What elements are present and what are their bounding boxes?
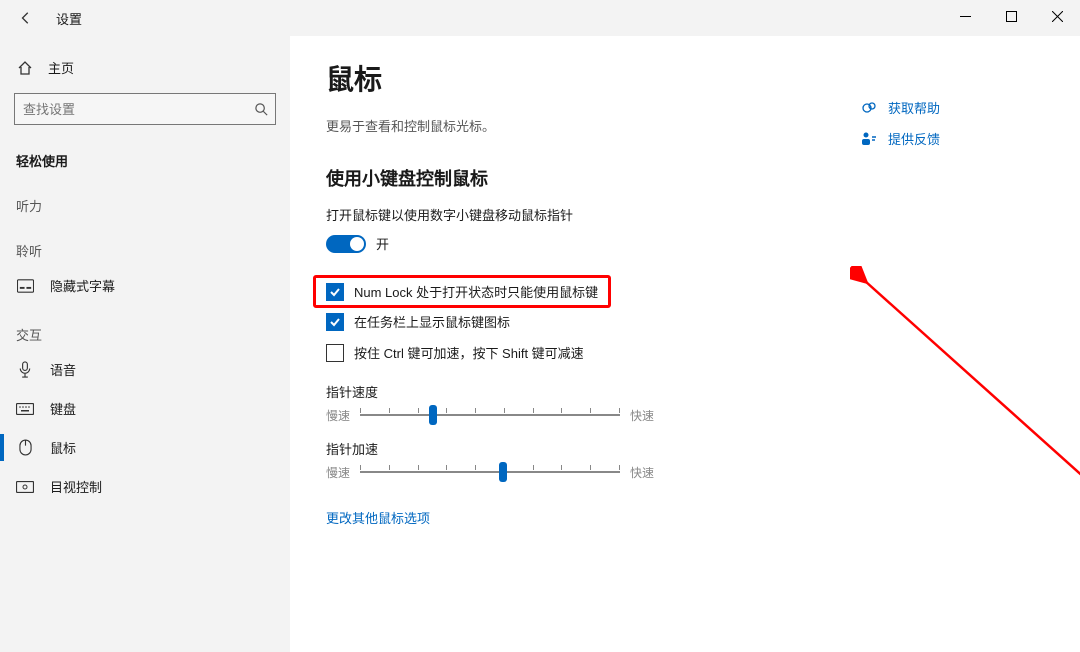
- annotation-highlight: Num Lock 处于打开状态时只能使用鼠标键: [313, 275, 611, 308]
- app-title: 设置: [56, 9, 82, 28]
- speed-slider[interactable]: [360, 405, 620, 425]
- back-button[interactable]: [16, 8, 36, 28]
- eye-icon: [16, 478, 34, 496]
- feedback-label: 提供反馈: [888, 129, 940, 148]
- minimize-button[interactable]: [942, 0, 988, 32]
- accel-slider[interactable]: [360, 462, 620, 482]
- check-label: Num Lock 处于打开状态时只能使用鼠标键: [354, 282, 598, 301]
- mouse-keys-toggle[interactable]: [326, 235, 366, 253]
- nav-transcript[interactable]: 隐藏式字幕: [0, 266, 290, 305]
- group-interact: 交互: [0, 305, 290, 350]
- mic-icon: [16, 361, 34, 379]
- nav-voice[interactable]: 语音: [0, 350, 290, 389]
- maximize-button[interactable]: [988, 0, 1034, 32]
- main-panel: 鼠标 更易于查看和控制鼠标光标。 使用小键盘控制鼠标 打开鼠标键以使用数字小键盘…: [290, 36, 1080, 652]
- help-label: 获取帮助: [888, 98, 940, 117]
- category-label: 轻松使用: [0, 139, 290, 176]
- check-label: 按住 Ctrl 键可加速，按下 Shift 键可减速: [354, 343, 584, 362]
- feedback-link[interactable]: 提供反馈: [860, 123, 1040, 154]
- nav-label: 目视控制: [50, 477, 102, 496]
- speed-label: 指针速度: [326, 382, 1044, 401]
- help-icon: [860, 99, 878, 117]
- group-hearing: 听力: [0, 176, 290, 221]
- fast-label: 快速: [630, 407, 654, 424]
- toggle-desc: 打开鼠标键以使用数字小键盘移动鼠标指针: [326, 205, 1044, 224]
- mouse-icon: [16, 439, 34, 457]
- home-label: 主页: [48, 58, 74, 77]
- more-options-link[interactable]: 更改其他鼠标选项: [326, 508, 430, 527]
- caption-icon: [16, 277, 34, 295]
- home-icon: [16, 59, 34, 77]
- toggle-state: 开: [376, 234, 389, 253]
- titlebar: 设置: [0, 0, 1080, 36]
- nav-keyboard[interactable]: 键盘: [0, 389, 290, 428]
- taskbar-checkbox[interactable]: [326, 313, 344, 331]
- home-nav[interactable]: 主页: [0, 50, 290, 85]
- ctrlshift-checkbox[interactable]: [326, 344, 344, 362]
- section-title: 使用小键盘控制鼠标: [326, 165, 1044, 191]
- nav-label: 隐藏式字幕: [50, 276, 115, 295]
- help-panel: 获取帮助 提供反馈: [860, 92, 1040, 154]
- close-button[interactable]: [1034, 0, 1080, 32]
- nav-label: 语音: [50, 360, 76, 379]
- slow-label: 慢速: [326, 407, 350, 424]
- sidebar: 主页 轻松使用 听力 聆听 隐藏式字幕 交互 语音 键盘: [0, 36, 290, 652]
- fast-label: 快速: [630, 464, 654, 481]
- numlock-checkbox[interactable]: [326, 283, 344, 301]
- keyboard-icon: [16, 400, 34, 418]
- search-input[interactable]: [14, 93, 276, 125]
- accel-label: 指针加速: [326, 439, 1044, 458]
- nav-label: 键盘: [50, 399, 76, 418]
- check-label: 在任务栏上显示鼠标键图标: [354, 312, 510, 331]
- feedback-icon: [860, 130, 878, 148]
- get-help-link[interactable]: 获取帮助: [860, 92, 1040, 123]
- nav-mouse[interactable]: 鼠标: [0, 428, 290, 467]
- nav-label: 鼠标: [50, 438, 76, 457]
- group-listen: 聆听: [0, 221, 290, 266]
- slow-label: 慢速: [326, 464, 350, 481]
- nav-eyecontrol[interactable]: 目视控制: [0, 467, 290, 506]
